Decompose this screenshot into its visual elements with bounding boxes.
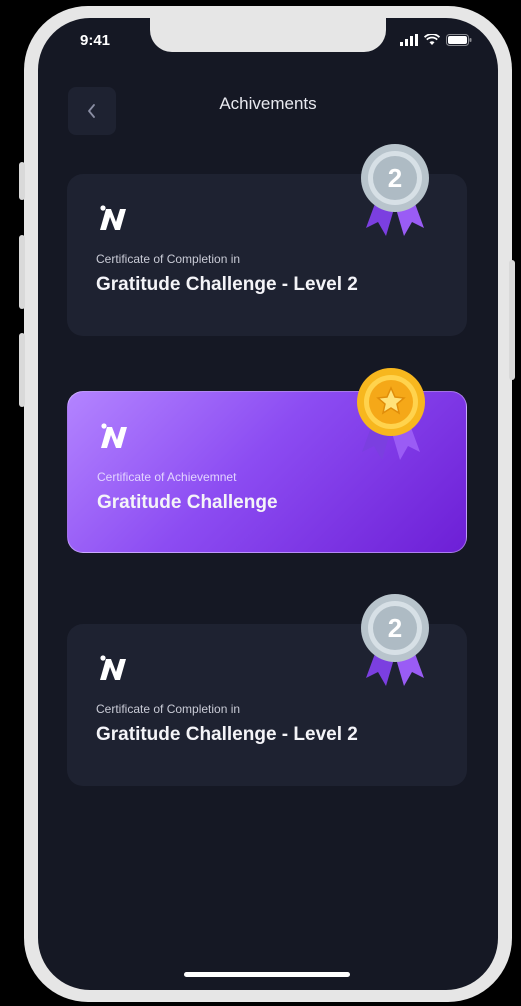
home-indicator[interactable] [184, 972, 350, 977]
silver-medal-2-icon: 2 [361, 144, 429, 236]
page-title: Achivements [219, 94, 317, 113]
medal-number: 2 [388, 613, 402, 643]
wifi-icon [424, 34, 440, 45]
medal-number: 2 [388, 163, 402, 193]
status-icons [400, 34, 472, 46]
certificate-title: Gratitude Challenge [97, 492, 278, 513]
volume-up-button [19, 235, 25, 309]
notch [150, 18, 386, 52]
silent-switch [19, 162, 25, 200]
volume-down-button [19, 333, 25, 407]
gold-star-medal-icon [357, 368, 425, 460]
status-time: 9:41 [80, 32, 111, 49]
certificate-subtitle: Certificate of Achievemnet [97, 470, 237, 484]
phone-screen: 9:41 Achivements Certificate of Completi… [38, 18, 498, 990]
battery-icon [446, 34, 472, 46]
certificate-subtitle: Certificate of Completion in [96, 252, 241, 266]
certificate-subtitle: Certificate of Completion in [96, 702, 241, 716]
signal-icon [400, 34, 418, 46]
certificate-title: Gratitude Challenge - Level 2 [96, 274, 358, 295]
app-logo-icon [100, 205, 126, 230]
silver-medal-2-icon: 2 [361, 594, 429, 686]
app-logo-icon [100, 655, 126, 680]
power-button [509, 260, 515, 380]
certificate-title: Gratitude Challenge - Level 2 [96, 724, 358, 745]
app-logo-icon [101, 423, 127, 448]
